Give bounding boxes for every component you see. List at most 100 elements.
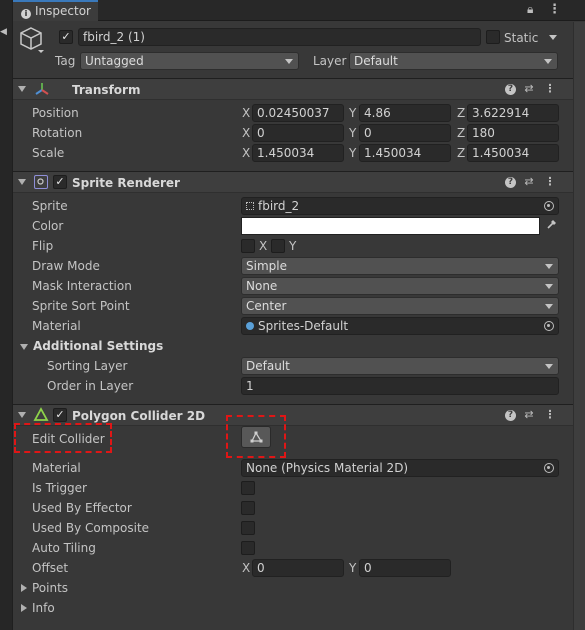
object-picker-icon[interactable] [544,321,554,331]
lock-icon[interactable]: 🔒︎ [527,2,533,17]
tag-dropdown[interactable]: Untagged [80,52,299,70]
mask-interaction-label: Mask Interaction [32,279,132,293]
scale-z-field[interactable]: 1.450034 [467,144,559,162]
additional-settings-title[interactable]: Additional Settings [33,338,163,354]
tab-menu-icon[interactable]: ⋮ [548,2,561,17]
offset-x-field[interactable]: 0 [252,559,344,577]
flip-y-checkbox[interactable] [271,239,285,253]
collapse-arrow-icon[interactable]: ◀ [0,27,10,37]
help-icon[interactable]: ? [505,177,516,188]
offset-label: Offset [32,561,69,575]
polygon-collider-title: Polygon Collider 2D [72,409,206,423]
sprite-value: fbird_2 [258,199,300,213]
additional-settings-fold-icon[interactable] [20,344,28,350]
eyedropper-icon[interactable] [544,217,559,235]
flip-label: Flip [32,239,54,253]
static-checkbox[interactable] [486,30,500,44]
chevron-down-icon [285,59,293,64]
scale-label: Scale [32,146,65,160]
collider-material-label: Material [32,461,81,475]
rotation-x-field[interactable]: 0 [252,124,344,142]
info-fold-icon[interactable] [21,604,27,612]
chevron-down-icon [545,364,553,369]
sprite-sort-point-dropdown[interactable]: Center [241,297,559,315]
material-field[interactable]: Sprites-Default [241,317,559,335]
sprite-sort-point-label: Sprite Sort Point [32,299,130,313]
sorting-layer-label: Sorting Layer [47,359,128,373]
position-z-axis: Z [457,106,466,120]
order-in-layer-label: Order in Layer [47,379,134,393]
position-z-field[interactable]: 3.622914 [467,104,559,122]
flip-y-label: Y [289,239,297,253]
points-label[interactable]: Points [32,580,68,596]
sprite-renderer-header[interactable]: ✓ Sprite Renderer ? ⇄ ⋮ [13,171,573,193]
color-swatch[interactable] [241,217,540,235]
sprite-renderer-enabled-checkbox[interactable]: ✓ [53,175,67,189]
sprite-field[interactable]: fbird_2 [241,197,559,215]
tab-bar: i Inspector 🔒︎ ⋮ [13,0,585,21]
position-y-axis: Y [349,106,357,120]
collider-material-field[interactable]: None (Physics Material 2D) [241,459,559,477]
tab-inspector[interactable]: i Inspector [13,0,98,21]
static-dropdown-icon[interactable] [549,35,557,40]
draw-mode-dropdown[interactable]: Simple [241,257,559,275]
transform-icon [34,81,50,97]
scrollbar[interactable] [573,22,585,630]
sorting-layer-dropdown[interactable]: Default [241,357,559,375]
chevron-down-icon [544,59,552,64]
sprite-renderer-icon [34,175,48,189]
layer-label: Layer [313,54,347,68]
edit-collider-label: Edit Collider [32,432,105,446]
used-by-composite-checkbox[interactable] [241,521,255,535]
draw-mode-label: Draw Mode [32,259,100,273]
help-icon[interactable]: ? [505,410,516,421]
scale-z-axis: Z [457,146,466,160]
tag-label: Tag [55,54,76,68]
is-trigger-checkbox[interactable] [241,481,255,495]
collider-material-value: None (Physics Material 2D) [246,461,409,475]
edit-collider-button[interactable] [241,426,271,448]
component-menu-icon[interactable]: ⋮ [543,408,557,422]
position-y-field[interactable]: 4.86 [359,104,451,122]
position-x-field[interactable]: 0.02450037 [252,104,344,122]
scale-y-field[interactable]: 1.450034 [359,144,451,162]
fold-arrow-icon[interactable] [18,86,26,92]
active-checkbox[interactable]: ✓ [59,30,73,44]
object-name-field[interactable]: fbird_2 (1) [78,28,481,46]
presets-icon[interactable]: ⇄ [522,408,536,422]
points-fold-icon[interactable] [21,584,27,592]
auto-tiling-checkbox[interactable] [241,541,255,555]
help-icon[interactable]: ? [505,84,516,95]
info-label[interactable]: Info [32,600,55,616]
transform-title: Transform [72,83,141,97]
mask-interaction-dropdown[interactable]: None [241,277,559,295]
flip-x-checkbox[interactable] [241,239,255,253]
scale-x-field[interactable]: 1.450034 [252,144,344,162]
layer-dropdown[interactable]: Default [349,52,558,70]
component-menu-icon[interactable]: ⋮ [543,82,557,96]
presets-icon[interactable]: ⇄ [522,82,536,96]
rotation-y-field[interactable]: 0 [359,124,451,142]
rotation-x-axis: X [242,126,251,140]
transform-header[interactable]: Transform ? ⇄ ⋮ [13,78,573,100]
color-label: Color [32,219,64,233]
scale-x-axis: X [242,146,251,160]
object-picker-icon[interactable] [544,201,554,211]
presets-icon[interactable]: ⇄ [522,175,536,189]
fold-arrow-icon[interactable] [18,412,26,418]
polygon-collider-enabled-checkbox[interactable]: ✓ [53,408,67,422]
order-in-layer-field[interactable]: 1 [241,377,559,395]
material-value: Sprites-Default [258,319,349,333]
fold-arrow-icon[interactable] [18,179,26,185]
used-by-effector-checkbox[interactable] [241,501,255,515]
sprite-renderer-title: Sprite Renderer [72,176,180,190]
rotation-z-field[interactable]: 180 [467,124,559,142]
used-by-composite-label: Used By Composite [32,521,150,535]
material-asset-icon [246,322,254,330]
object-picker-icon[interactable] [544,463,554,473]
used-by-effector-label: Used By Effector [32,501,132,515]
offset-y-field[interactable]: 0 [359,559,451,577]
position-label: Position [32,106,79,120]
component-menu-icon[interactable]: ⋮ [543,175,557,189]
auto-tiling-label: Auto Tiling [32,541,96,555]
